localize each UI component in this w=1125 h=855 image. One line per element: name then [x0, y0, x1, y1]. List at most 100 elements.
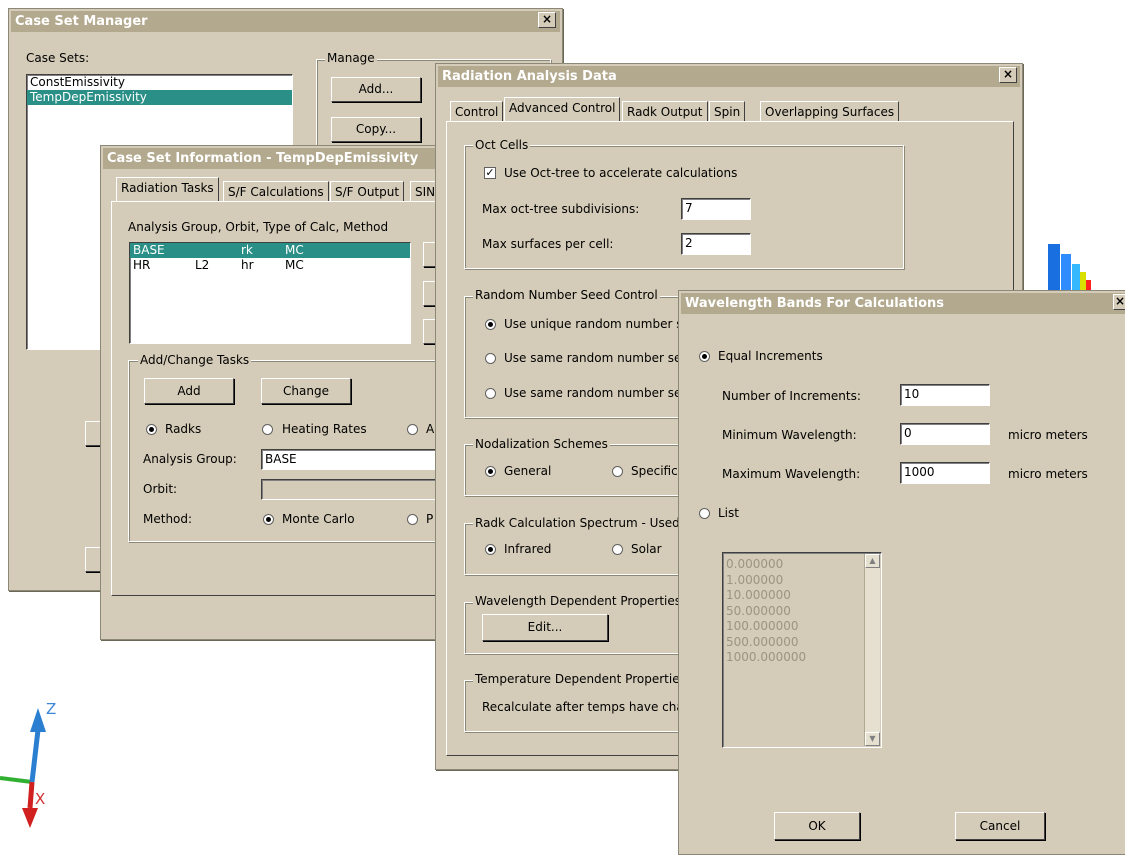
add-task-button[interactable]: Add: [144, 378, 234, 404]
cell-group: BASE: [133, 243, 165, 257]
method-label: Method:: [143, 512, 193, 526]
cell-method: MC: [285, 243, 304, 257]
cell-group: HR: [133, 258, 151, 272]
z-axis-line: [29, 729, 41, 783]
tab-control[interactable]: Control: [450, 101, 504, 121]
seed-same2-label: Use same random number seec: [504, 386, 696, 400]
tab-advanced-control[interactable]: Advanced Control: [504, 97, 621, 121]
seed-same-label: Use same random number seec: [504, 351, 696, 365]
oct-cells-label: Oct Cells: [473, 138, 531, 152]
max-unit-label: micro meters: [1008, 467, 1088, 481]
temp-label: Temperature Dependent Properties: [473, 672, 688, 686]
list-radio[interactable]: [699, 508, 710, 519]
tab-spin[interactable]: Spin: [709, 101, 746, 121]
min-wavelength-label: Minimum Wavelength:: [722, 428, 857, 442]
spectrum-label: Radk Calculation Spectrum - Used f: [473, 516, 690, 530]
spectrum-solar-radio[interactable]: [612, 544, 623, 555]
tab-sf-calculations[interactable]: S/F Calculations: [223, 181, 329, 201]
scroll-down-icon[interactable]: ▼: [865, 732, 880, 746]
scroll-up-icon[interactable]: ▲: [865, 554, 880, 568]
change-task-button[interactable]: Change: [261, 378, 351, 404]
equal-increments-label: Equal Increments: [718, 349, 823, 363]
x-axis-line: [0, 776, 33, 784]
tab-radiation-tasks[interactable]: Radiation Tasks: [116, 177, 219, 201]
nodal-specific-label: Specific: [631, 464, 678, 478]
equal-increments-radio[interactable]: [699, 351, 710, 362]
window-title: Case Set Manager: [11, 11, 560, 32]
seed-same-radio[interactable]: [485, 353, 496, 364]
max-surfaces-field[interactable]: 2: [681, 233, 751, 255]
monte-carlo-label: Monte Carlo: [282, 512, 355, 526]
radks-label: Radks: [165, 422, 202, 436]
spectrum-solar-label: Solar: [631, 542, 662, 556]
heating-rates-radio[interactable]: [262, 424, 273, 435]
case-sets-label: Case Sets:: [26, 51, 90, 65]
a-radio[interactable]: [407, 424, 418, 435]
close-icon[interactable]: ×: [999, 67, 1017, 83]
max-surfaces-label: Max surfaces per cell:: [482, 237, 614, 251]
close-icon[interactable]: ×: [1113, 294, 1125, 310]
seed-unique-radio[interactable]: [485, 319, 496, 330]
window-title: Case Set Information - TempDepEmissivity: [103, 148, 442, 169]
tab-radk-output[interactable]: Radk Output: [622, 101, 708, 121]
wavelength-bands-window: Wavelength Bands For Calculations × Equa…: [678, 290, 1125, 855]
table-row[interactable]: BASE rk MC: [130, 243, 410, 258]
temp-text: Recalculate after temps have chan: [482, 700, 692, 714]
list-item: 50.000000: [726, 603, 791, 618]
z-label: Z: [46, 700, 56, 718]
max-wavelength-field[interactable]: 1000: [900, 462, 990, 484]
min-unit-label: micro meters: [1008, 428, 1088, 442]
y-axis-line: [27, 781, 35, 809]
num-increments-field[interactable]: 10: [900, 384, 990, 406]
scrollbar[interactable]: ▲ ▼: [864, 554, 880, 746]
nodal-general-radio[interactable]: [485, 466, 496, 477]
wavelength-values-list[interactable]: 0.000000 1.000000 10.000000 50.000000 10…: [722, 552, 882, 748]
analysis-group-label: Analysis Group:: [143, 452, 237, 466]
monte-carlo-radio[interactable]: [263, 514, 274, 525]
cancel-button[interactable]: Cancel: [955, 812, 1045, 840]
cell-calc: hr: [241, 258, 254, 272]
edit-button[interactable]: Edit...: [482, 614, 608, 641]
seed-same2-radio[interactable]: [485, 388, 496, 399]
use-octtree-label: Use Oct-tree to accelerate calculations: [504, 166, 738, 180]
ok-button[interactable]: OK: [774, 812, 860, 840]
nodal-specific-radio[interactable]: [612, 466, 623, 477]
orbit-field[interactable]: [261, 479, 446, 500]
list-item[interactable]: ConstEmissivity: [27, 75, 292, 90]
seed-unique-label: Use unique random number se: [504, 317, 690, 331]
p-radio[interactable]: [407, 514, 418, 525]
max-subdiv-label: Max oct-tree subdivisions:: [482, 202, 640, 216]
window-title: Wavelength Bands For Calculations: [681, 293, 1125, 314]
min-wavelength-field[interactable]: 0: [900, 423, 990, 445]
list-item: 100.000000: [726, 619, 799, 633]
tab-sf-output[interactable]: S/F Output: [330, 181, 405, 201]
max-wavelength-label: Maximum Wavelength:: [722, 467, 861, 481]
table-row[interactable]: HR L2 hr MC: [130, 258, 410, 273]
spectrum-infrared-radio[interactable]: [485, 544, 496, 555]
num-increments-label: Number of Increments:: [722, 389, 861, 403]
radks-radio[interactable]: [146, 424, 157, 435]
close-icon[interactable]: ×: [538, 12, 556, 28]
analysis-group-field[interactable]: BASE: [261, 449, 446, 470]
bar-graphic: [1048, 244, 1060, 296]
tab-overlapping-surfaces[interactable]: Overlapping Surfaces: [760, 101, 900, 121]
list-item: 0.000000: [726, 557, 784, 571]
wavelength-label: Wavelength Dependent Properties: [473, 594, 683, 608]
cell-method: MC: [285, 258, 304, 272]
add-button[interactable]: Add...: [331, 77, 421, 102]
cell-orbit: L2: [195, 258, 210, 272]
list-label: List: [718, 506, 739, 520]
list-item: 500.000000: [726, 634, 799, 649]
max-subdiv-field[interactable]: 7: [681, 198, 751, 220]
background-chart-graphic: [1048, 244, 1091, 296]
z-arrow-icon: [30, 708, 46, 732]
axis-triad-icon: Z X: [0, 700, 56, 828]
copy-button[interactable]: Copy...: [331, 117, 421, 142]
use-octtree-checkbox[interactable]: ✓: [484, 167, 496, 179]
list-item: 1000.000000: [726, 650, 807, 664]
cell-calc: rk: [241, 243, 253, 257]
list-item[interactable]: TempDepEmissivity: [27, 90, 292, 105]
list-item: 1.000000: [726, 572, 784, 587]
add-change-label: Add/Change Tasks: [138, 353, 252, 367]
tasks-list[interactable]: BASE rk MC HR L2 hr MC: [129, 242, 411, 344]
